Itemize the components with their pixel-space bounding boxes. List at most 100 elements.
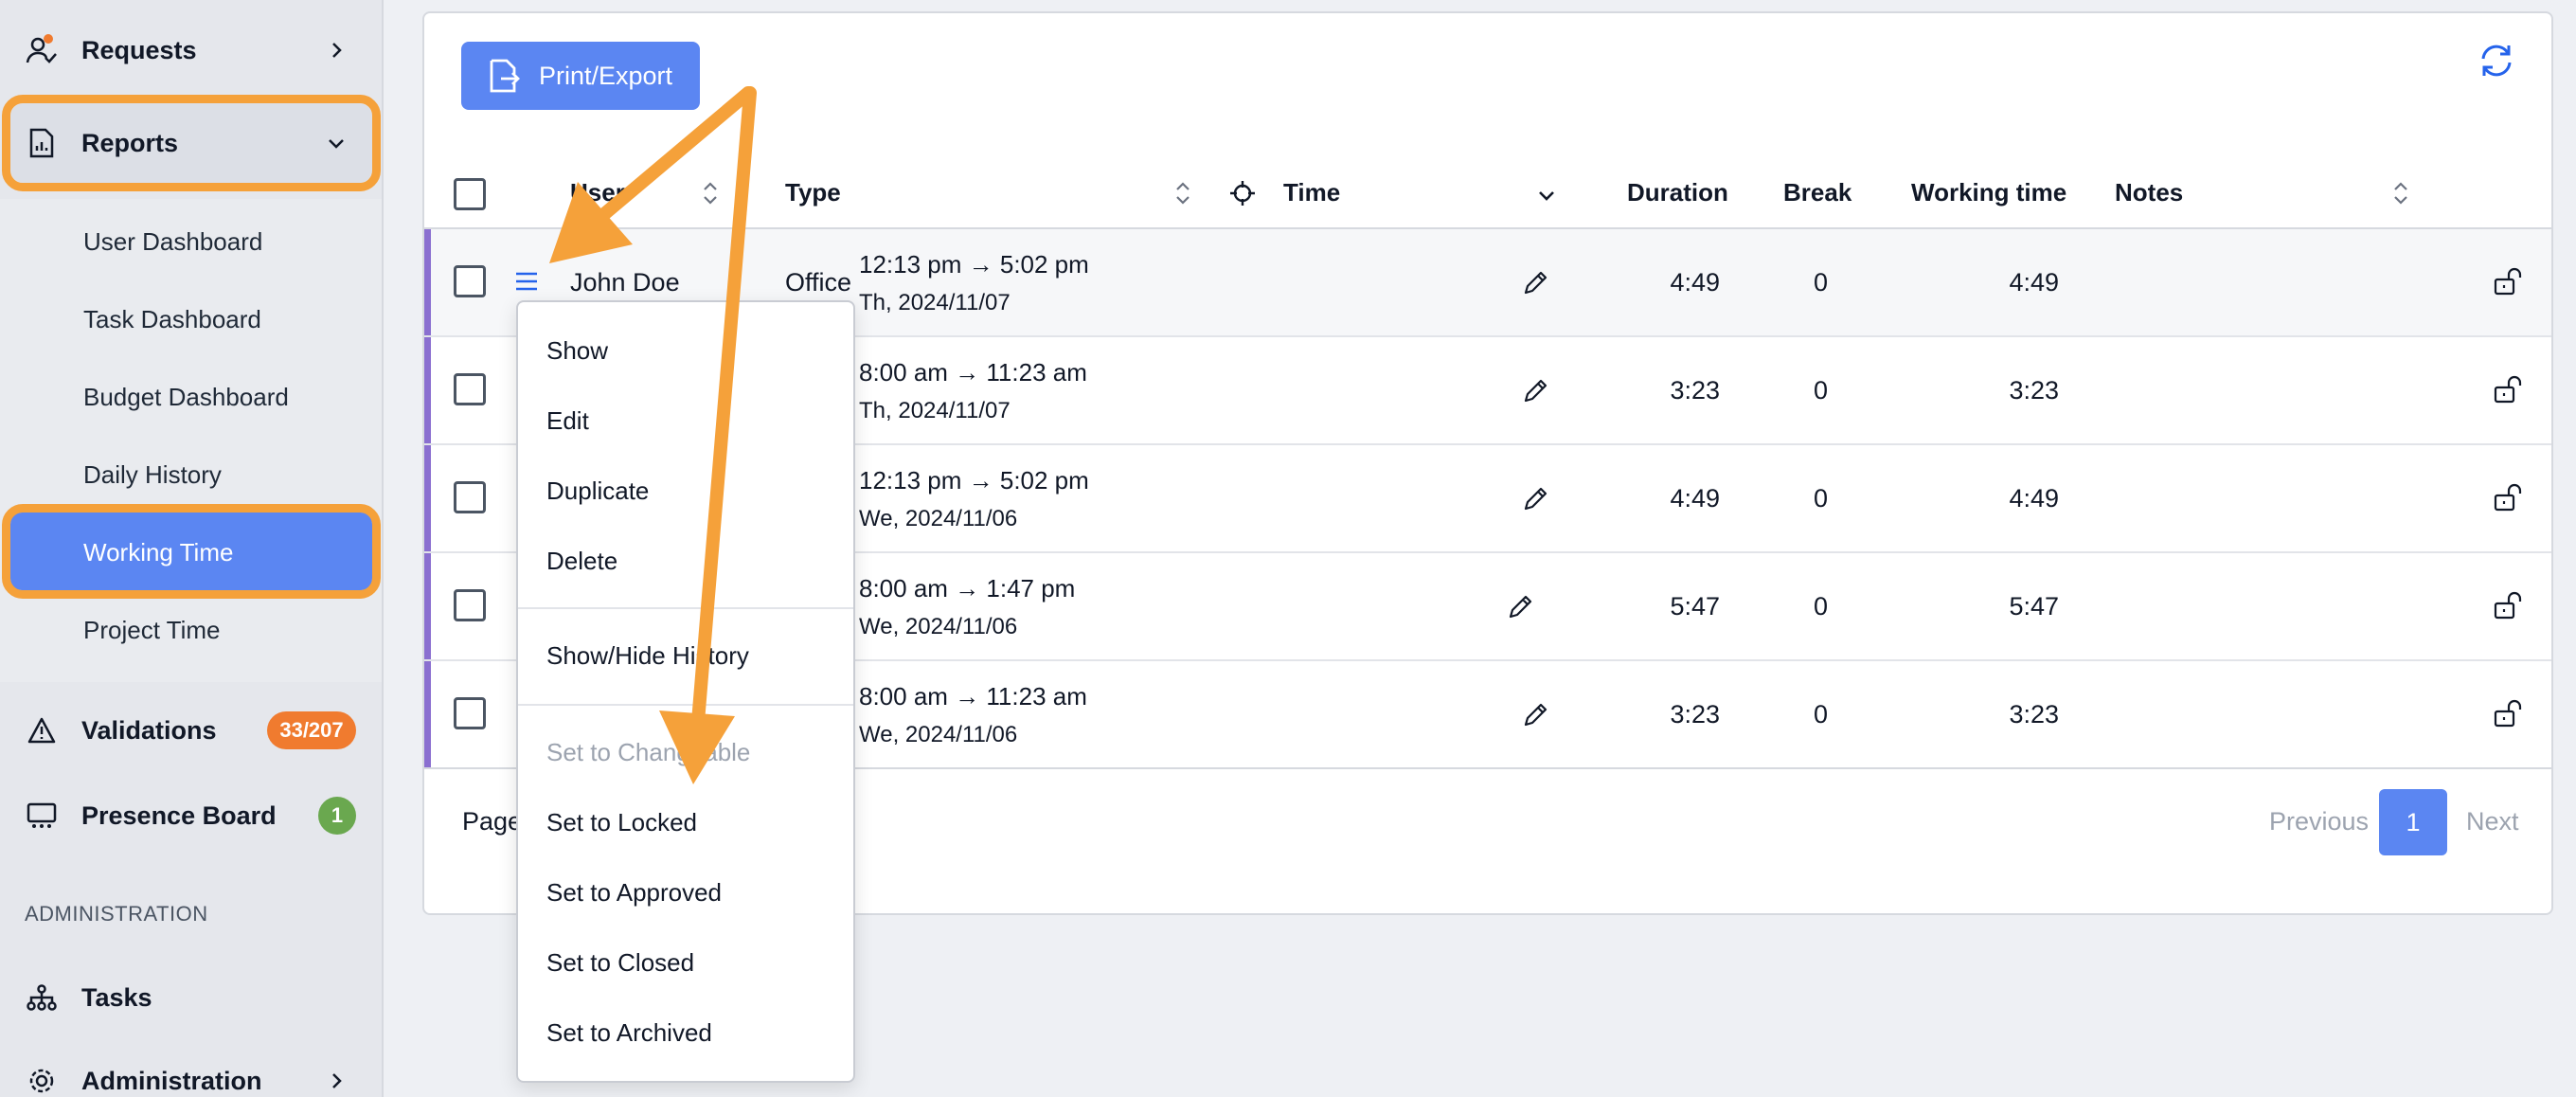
lock-open-icon[interactable] xyxy=(2493,590,2523,620)
row-type: Office xyxy=(785,268,852,297)
pencil-icon[interactable] xyxy=(1522,700,1550,728)
pencil-icon[interactable] xyxy=(1522,268,1550,297)
lock-open-icon[interactable] xyxy=(2493,698,2523,728)
header-break[interactable]: Break xyxy=(1783,178,1852,207)
lock-open-icon[interactable] xyxy=(2493,374,2523,405)
print-export-button[interactable]: Print/Export xyxy=(461,42,700,110)
validations-badge: 33/207 xyxy=(267,711,356,749)
menu-item-duplicate[interactable]: Duplicate xyxy=(546,477,649,506)
row-working-time: 3:23 xyxy=(2009,700,2059,728)
sort-icon[interactable] xyxy=(1173,178,1192,208)
row-context-menu: Show Edit Duplicate Delete Show/Hide His… xyxy=(516,300,855,1083)
menu-item-show-hide-history[interactable]: Show/Hide History xyxy=(546,641,749,671)
row-duration: 5:47 xyxy=(1670,592,1720,620)
chevron-right-icon[interactable] xyxy=(325,39,348,62)
row-working-time: 4:49 xyxy=(2009,484,2059,513)
sort-icon[interactable] xyxy=(701,178,720,208)
nav-requests-label: Requests xyxy=(81,35,197,64)
sidebar-item-task-dashboard[interactable]: Task Dashboard xyxy=(83,305,261,334)
row-working-time: 5:47 xyxy=(2009,592,2059,620)
nav-presence-board-label: Presence Board xyxy=(81,800,277,830)
row-break: 0 xyxy=(1813,592,1828,620)
row-checkbox[interactable] xyxy=(454,697,486,729)
row-checkbox[interactable] xyxy=(454,265,486,297)
chevron-down-icon[interactable] xyxy=(325,132,348,154)
nav-presence-board[interactable]: Presence Board xyxy=(25,792,277,839)
pencil-icon[interactable] xyxy=(1522,484,1550,513)
sidebar-item-daily-history[interactable]: Daily History xyxy=(83,460,222,490)
row-time-range: 12:13 pm → 5:02 pm xyxy=(859,466,1089,495)
row-time-range: 8:00 am → 1:47 pm xyxy=(859,574,1076,602)
menu-item-show[interactable]: Show xyxy=(546,336,608,366)
row-time-range: 12:13 pm → 5:02 pm xyxy=(859,250,1089,279)
row-time-range: 8:00 am → 11:23 am xyxy=(859,682,1087,710)
pencil-icon[interactable] xyxy=(1522,376,1550,405)
user-check-icon xyxy=(25,33,59,67)
presence-board-icon xyxy=(25,799,59,833)
header-notes[interactable]: Notes xyxy=(2115,178,2183,207)
row-checkbox[interactable] xyxy=(454,373,486,405)
page-label: Page xyxy=(462,807,523,836)
row-user: John Doe xyxy=(570,268,680,297)
sort-icon[interactable] xyxy=(2391,178,2410,208)
menu-item-edit[interactable]: Edit xyxy=(546,406,589,436)
header-type[interactable]: Type xyxy=(785,178,841,207)
row-date: We, 2024/11/06 xyxy=(859,722,1018,747)
nav-administration[interactable]: Administration xyxy=(25,1057,262,1097)
header-time[interactable]: Time xyxy=(1283,178,1340,207)
chevron-right-icon[interactable] xyxy=(325,1070,348,1092)
current-page-button[interactable]: 1 xyxy=(2379,789,2447,855)
sidebar-item-project-time[interactable]: Project Time xyxy=(83,616,221,645)
row-menu-icon[interactable] xyxy=(514,269,539,294)
menu-item-set-approved[interactable]: Set to Approved xyxy=(546,878,722,908)
nav-tasks[interactable]: Tasks xyxy=(25,974,152,1021)
warning-icon xyxy=(25,713,59,747)
menu-divider xyxy=(518,704,853,706)
row-break: 0 xyxy=(1813,268,1828,297)
sidebar-item-working-time[interactable]: Working Time xyxy=(83,538,233,567)
row-duration: 4:49 xyxy=(1670,268,1720,297)
row-break: 0 xyxy=(1813,376,1828,405)
nav-validations[interactable]: Validations xyxy=(25,707,217,754)
menu-divider xyxy=(518,607,853,609)
gear-icon xyxy=(25,1064,59,1097)
header-user[interactable]: User xyxy=(570,178,625,207)
row-date: We, 2024/11/06 xyxy=(859,614,1018,639)
nav-administration-label: Administration xyxy=(81,1066,262,1095)
menu-item-set-closed[interactable]: Set to Closed xyxy=(546,948,694,978)
nav-reports[interactable]: Reports xyxy=(25,119,178,167)
previous-page-button[interactable]: Previous xyxy=(2269,807,2369,836)
row-duration: 4:49 xyxy=(1670,484,1720,513)
nav-validations-label: Validations xyxy=(81,715,217,745)
pencil-icon[interactable] xyxy=(1507,592,1535,620)
row-accent xyxy=(424,337,431,443)
row-working-time: 3:23 xyxy=(2009,376,2059,405)
chevron-down-icon[interactable] xyxy=(1537,186,1556,216)
row-checkbox[interactable] xyxy=(454,589,486,621)
sidebar: Requests Reports User Dashboard Task Das… xyxy=(0,0,384,1097)
menu-item-set-archived[interactable]: Set to Archived xyxy=(546,1018,712,1048)
sidebar-item-user-dashboard[interactable]: User Dashboard xyxy=(83,227,262,257)
lock-open-icon[interactable] xyxy=(2493,482,2523,513)
row-time-range: 8:00 am → 11:23 am xyxy=(859,358,1087,387)
crosshair-icon[interactable] xyxy=(1229,180,1256,207)
select-all-checkbox[interactable] xyxy=(454,178,486,210)
next-page-button[interactable]: Next xyxy=(2466,807,2519,836)
nav-requests[interactable]: Requests xyxy=(25,27,197,74)
reports-submenu xyxy=(0,199,382,682)
menu-item-set-locked[interactable]: Set to Locked xyxy=(546,808,697,837)
row-break: 0 xyxy=(1813,484,1828,513)
nav-reports-label: Reports xyxy=(81,128,179,157)
sidebar-item-budget-dashboard[interactable]: Budget Dashboard xyxy=(83,383,289,412)
row-working-time: 4:49 xyxy=(2009,268,2059,297)
header-working-time[interactable]: Working time xyxy=(1911,178,2066,207)
header-duration[interactable]: Duration xyxy=(1627,178,1728,207)
report-icon xyxy=(25,126,59,160)
row-accent xyxy=(424,661,431,769)
row-checkbox[interactable] xyxy=(454,481,486,513)
lock-open-icon[interactable] xyxy=(2493,266,2523,297)
refresh-icon[interactable] xyxy=(2478,42,2515,80)
menu-item-delete[interactable]: Delete xyxy=(546,547,617,576)
row-duration: 3:23 xyxy=(1670,700,1720,728)
section-administration: ADMINISTRATION xyxy=(25,902,208,926)
